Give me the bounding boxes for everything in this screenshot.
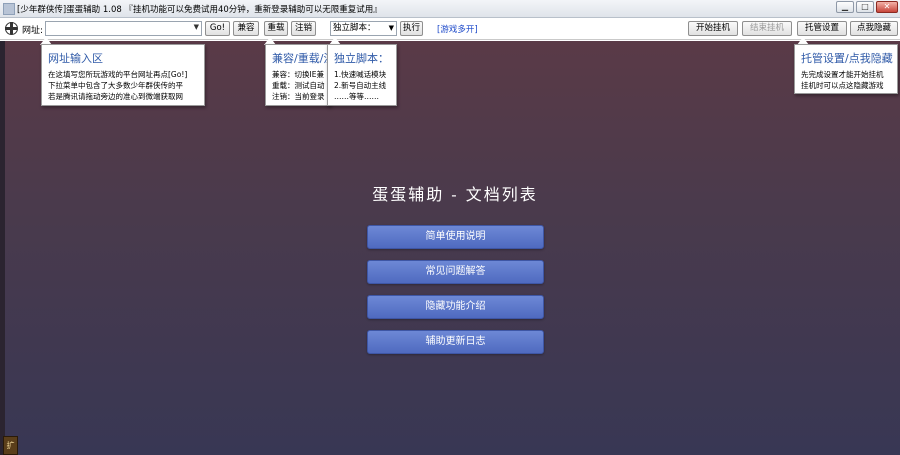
doc-list-title: 蛋蛋辅助 - 文档列表 [372,185,538,204]
tooltip-line: 注销：当前登录 [272,92,325,101]
logout-button[interactable]: 注销 [291,21,316,36]
tooltip-line: ……等等…… [334,92,379,101]
doc-button-faq[interactable]: 常见问题解答 [367,260,544,284]
chevron-down-icon[interactable]: ▼ [389,22,394,35]
left-strip [0,41,5,455]
tooltip-hosting: 托管设置/点我隐藏 先完成设置才能开始挂机 挂机时可以点这隐藏游戏 [794,44,898,94]
close-button[interactable]: ✕ [876,1,898,13]
tooltip-line: 2.新号自动主线 [334,81,387,90]
tooltip-line: 先完成设置才能开始挂机 [801,70,884,79]
globe-icon [5,22,18,35]
tooltip-title: 网址输入区 [48,52,103,65]
doc-button-hidden-features[interactable]: 隐藏功能介绍 [367,295,544,319]
tooltip-line: 挂机时可以点这隐藏游戏 [801,81,884,90]
url-label: 网址: [22,26,44,36]
maximize-button[interactable]: □ [856,1,874,13]
title-bar: [少年群侠传]蛋蛋辅助 1.08 『挂机功能可以免费试用40分钟，重新登录辅助可… [0,0,900,18]
stop-hosting-button[interactable]: 结束挂机 [742,21,792,36]
tooltip-title: 托管设置/点我隐藏 [801,52,893,65]
tooltip-line: 下拉菜单中包含了大多数少年群侠传的平 [48,81,183,90]
hosting-settings-button[interactable]: 托管设置 [797,21,847,36]
hide-button[interactable]: 点我隐藏 [850,21,898,36]
start-hosting-button[interactable]: 开始挂机 [688,21,738,36]
tooltip-line: 在这填写您所玩游戏的平台网址再点[Go!] [48,70,188,79]
chevron-down-icon[interactable]: ▼ [194,23,199,31]
minimize-button[interactable]: ▁ [836,1,854,13]
window-title: [少年群侠传]蛋蛋辅助 1.08 『挂机功能可以免费试用40分钟，重新登录辅助可… [17,5,382,15]
tooltip-line: 重载：测试自动 [272,81,325,90]
doc-button-usage[interactable]: 简单使用说明 [367,225,544,249]
url-combobox[interactable]: ▼ [45,21,202,36]
app-icon [3,3,15,15]
tooltip-line: 若是腾讯请拖动旁边的准心到微端获取网 [48,92,183,101]
doc-button-changelog[interactable]: 辅助更新日志 [367,330,544,354]
tooltip-title: 兼容/重载/注 [272,52,331,65]
script-select-value: 独立脚本： [333,23,376,33]
multi-open-link[interactable]: [游戏多开] [437,23,478,35]
tooltip-line: 1.快速喊话模块 [334,70,387,79]
script-select[interactable]: 独立脚本： ▼ [330,21,397,36]
tooltip-line: 兼容：切换IE兼 [272,70,324,79]
reload-button[interactable]: 重载 [264,21,288,36]
tooltip-title: 独立脚本： [334,52,389,65]
corner-badge[interactable]: 扩 [3,436,18,455]
tooltip-script: 独立脚本： 1.快速喊话模块 2.新号自动主线 ……等等…… [327,44,397,106]
tooltip-reload: 兼容/重载/注 兼容：切换IE兼 重载：测试自动 注销：当前登录 [265,44,331,106]
go-button[interactable]: Go! [205,21,230,36]
compat-button[interactable]: 兼容 [233,21,259,36]
run-button[interactable]: 执行 [400,21,423,36]
toolbar: 网址: ▼ Go! 兼容 重载 注销 独立脚本： ▼ 执行 [游戏多开] 开始挂… [0,18,900,40]
tooltip-url: 网址输入区 在这填写您所玩游戏的平台网址再点[Go!] 下拉菜单中包含了大多数少… [41,44,205,106]
